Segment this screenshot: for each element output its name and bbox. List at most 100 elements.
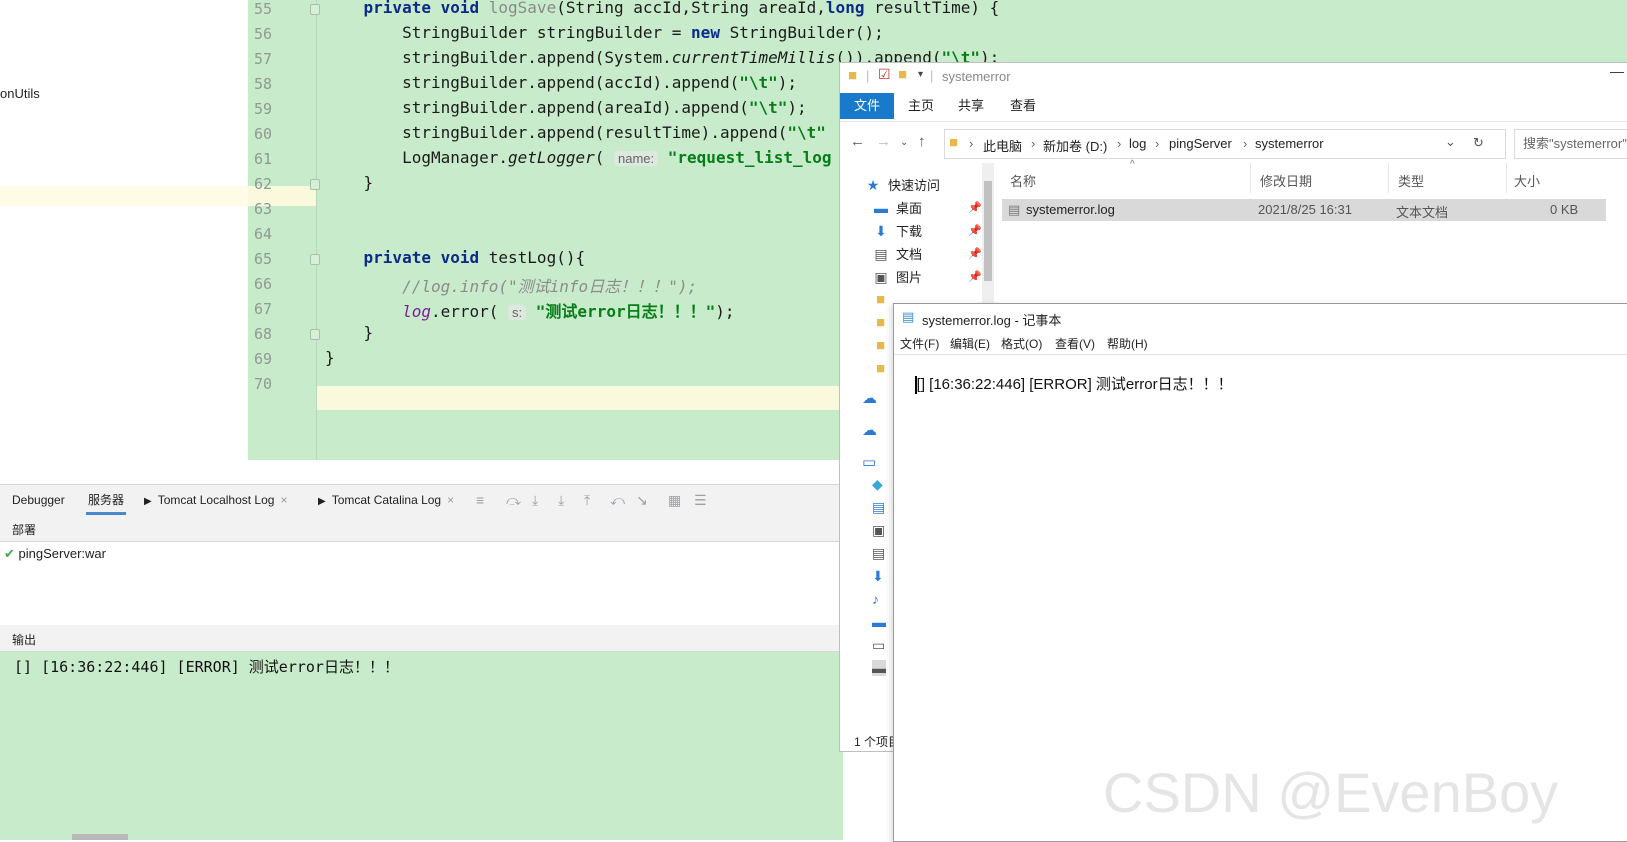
file-row[interactable]: ▤ systemerror.log 2021/8/25 16:31 文本文档 0…	[1002, 199, 1606, 221]
code-line-56: StringBuilder stringBuilder = new String…	[363, 23, 884, 42]
download-icon[interactable]: ⬇	[872, 568, 884, 585]
step-out-icon[interactable]: ⤒	[584, 492, 590, 509]
3d-objects-icon[interactable]: ◆	[872, 476, 883, 493]
horizontal-scrollbar[interactable]	[72, 834, 128, 840]
back-icon[interactable]: ←	[850, 133, 865, 150]
forward-icon[interactable]: →	[876, 133, 891, 150]
nav-item-pictures[interactable]: ▣ 图片	[872, 267, 922, 286]
chevron-right-icon: ›	[1243, 136, 1248, 151]
document-icon[interactable]: ▤	[872, 545, 885, 562]
menu-edit[interactable]: 编辑(E)	[950, 335, 990, 352]
tab-tomcat-localhost-log[interactable]: ▶ Tomcat Localhost Log ×	[144, 485, 287, 515]
column-separator[interactable]	[1250, 163, 1251, 193]
menu-icon[interactable]: ≡	[476, 492, 484, 508]
this-pc-icon[interactable]: ▭	[862, 453, 876, 471]
run-to-cursor-icon[interactable]: ↘	[636, 492, 648, 509]
drive-icon[interactable]: ▬	[872, 660, 886, 676]
menu-file[interactable]: 文件(F)	[900, 335, 939, 352]
chevron-down-icon[interactable]: ⌄	[1445, 134, 1456, 150]
step-into-icon[interactable]: ⤓	[532, 492, 538, 509]
output-line: [] [16:36:22:446] [ERROR] 测试error日志！！！	[14, 658, 399, 676]
deploy-header: 部署	[0, 515, 843, 542]
menu-view[interactable]: 查看(V)	[1055, 335, 1095, 352]
recent-locations-icon[interactable]: ⌄	[900, 137, 908, 148]
breadcrumb-item[interactable]: log	[1129, 136, 1146, 151]
folder-icon: ■	[876, 314, 886, 331]
cloud-icon[interactable]: ☁	[862, 421, 877, 439]
settings-icon[interactable]: ☰	[694, 492, 707, 509]
customize-toolbar-icon[interactable]: ▾	[918, 69, 923, 80]
new-folder-icon[interactable]: ■	[898, 66, 907, 83]
tab-server[interactable]: 服务器	[86, 485, 127, 515]
column-header-modified[interactable]: 修改日期	[1260, 171, 1312, 190]
fold-marker-icon[interactable]	[310, 4, 320, 15]
fold-marker-icon[interactable]	[310, 329, 320, 340]
breadcrumb-item[interactable]: 新加卷 (D:)	[1043, 136, 1107, 155]
minimize-icon[interactable]: —	[1610, 63, 1624, 79]
desktop-icon: ▬	[874, 200, 888, 216]
sidebar-item[interactable]: onUtils	[0, 86, 40, 101]
nav-item-desktop[interactable]: ▬ 桌面	[872, 198, 922, 217]
properties-icon[interactable]: ☑	[878, 66, 891, 83]
force-step-into-icon[interactable]: ⤓	[558, 492, 564, 509]
menu-format[interactable]: 格式(O)	[1001, 335, 1042, 352]
menu-bar: 文件(F) 编辑(E) 格式(O) 查看(V) 帮助(H)	[894, 332, 1627, 354]
line-number: 68	[254, 325, 273, 343]
output-header: 输出	[0, 625, 843, 652]
picture-icon[interactable]: ▣	[872, 522, 885, 539]
column-header-size[interactable]: 大小	[1514, 171, 1540, 190]
drop-frame-icon[interactable]: ⤺	[610, 492, 625, 509]
menu-help[interactable]: 帮助(H)	[1107, 335, 1148, 352]
column-header-name[interactable]: 名称	[1010, 171, 1036, 190]
nav-quick-access[interactable]: ★ 快速访问	[864, 175, 940, 194]
up-icon[interactable]: ↑	[918, 133, 926, 150]
nav-scrollbar-thumb[interactable]	[984, 181, 992, 281]
address-bar[interactable]: ■ › 此电脑 › 新加卷 (D:) › log › pingServer › …	[944, 129, 1506, 159]
parameter-hint: s:	[508, 305, 527, 320]
fold-marker-icon[interactable]	[310, 254, 320, 265]
ribbon-tab-share[interactable]: 共享	[944, 93, 998, 119]
folder-icon: ■	[848, 67, 858, 84]
pin-icon[interactable]: 📌	[968, 247, 982, 260]
line-number: 70	[254, 375, 273, 393]
onedrive-icon[interactable]: ☁	[862, 389, 877, 407]
ribbon-tab-home[interactable]: 主页	[894, 93, 948, 119]
output-console[interactable]: [] [16:36:22:446] [ERROR] 测试error日志！！！	[0, 652, 843, 840]
pin-icon[interactable]: 📌	[968, 224, 982, 237]
music-icon[interactable]: ♪	[872, 591, 879, 607]
desktop-icon[interactable]: ▬	[872, 614, 886, 630]
pin-icon[interactable]: 📌	[968, 201, 982, 214]
notepad-text-area[interactable]: [] [16:36:22:446] [ERROR] 测试error日志！！！	[898, 356, 1233, 411]
explorer-titlebar: ■ | ☑ ■ ▾ | systemerror —	[840, 63, 1627, 93]
deploy-list: ✔ pingServer:war	[0, 542, 843, 624]
document-icon: ▤	[874, 246, 888, 262]
tab-tomcat-catalina-log[interactable]: ▶ Tomcat Catalina Log ×	[318, 485, 454, 515]
column-separator[interactable]	[1506, 163, 1507, 193]
line-number: 60	[254, 125, 273, 143]
ribbon-tab-view[interactable]: 查看	[996, 93, 1050, 119]
nav-item-documents[interactable]: ▤ 文档	[872, 244, 922, 263]
pin-icon[interactable]: 📌	[968, 270, 982, 283]
nav-item-downloads[interactable]: ⬇ 下载	[872, 221, 922, 240]
ribbon-tab-file[interactable]: 文件	[840, 93, 895, 119]
line-number: 55	[254, 0, 273, 18]
breadcrumb-item[interactable]: systemerror	[1255, 136, 1324, 151]
breadcrumb-item[interactable]: 此电脑	[983, 136, 1022, 155]
refresh-icon[interactable]: ↻	[1473, 135, 1484, 151]
drive-icon[interactable]: ▭	[872, 637, 885, 654]
video-icon[interactable]: ▤	[872, 499, 885, 516]
line-number: 63	[254, 200, 273, 218]
deploy-header-label: 部署	[12, 523, 37, 537]
watermark: CSDN @EvenBoy	[1103, 761, 1559, 824]
column-header-type[interactable]: 类型	[1398, 171, 1424, 190]
step-over-icon[interactable]: ⤼	[506, 492, 521, 509]
list-item[interactable]: ✔ pingServer:war	[4, 546, 106, 562]
tab-debugger[interactable]: Debugger	[12, 485, 65, 515]
search-input[interactable]: 搜索"systemerror"	[1514, 129, 1627, 159]
close-icon[interactable]: ×	[447, 493, 454, 507]
column-separator[interactable]	[1388, 163, 1389, 193]
fold-marker-icon[interactable]	[310, 179, 320, 190]
breadcrumb-item[interactable]: pingServer	[1169, 136, 1232, 151]
close-icon[interactable]: ×	[280, 493, 287, 507]
evaluate-icon[interactable]: ▦	[668, 492, 681, 509]
